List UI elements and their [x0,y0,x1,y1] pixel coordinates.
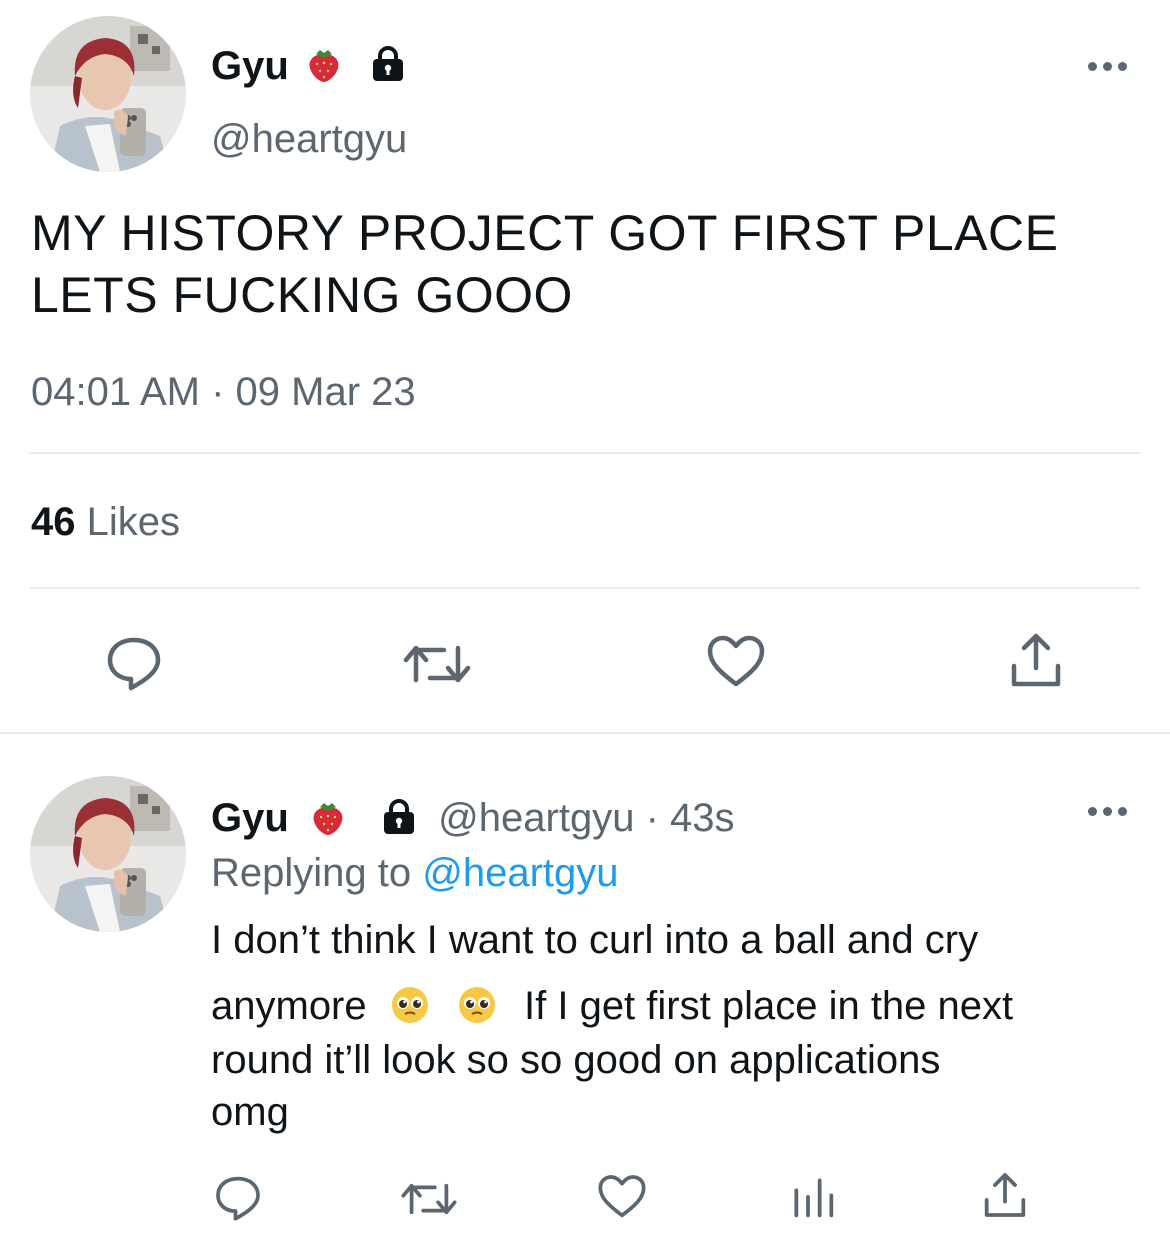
reply-text-line: round it’ll look so so good on applicati… [211,1038,941,1082]
tweet-text-line: LETS FUCKING GOOO [31,267,573,323]
user-handle[interactable]: @heartgyu [438,796,634,840]
reply-text-line: anymore If I get first place in the next [211,984,1013,1029]
avatar[interactable] [30,16,186,172]
section-divider [0,732,1170,734]
reply-header: Gyu @heartgyu · 43s [211,796,735,841]
pleading-face-icon [390,985,430,1025]
more-options-icon[interactable] [1088,62,1128,72]
retweet-icon[interactable] [402,634,472,694]
likes-label: Likes [86,500,181,544]
likes-stat[interactable]: 46 Likes [31,500,180,545]
reply-icon[interactable] [104,632,164,692]
like-icon[interactable] [706,632,766,692]
likes-count: 46 [31,500,76,544]
lock-icon [379,797,419,837]
tweet-text: MY HISTORY PROJECT GOT FIRST PLACE LETS … [31,202,1141,326]
replying-handle-link[interactable]: @heartgyu [422,851,618,895]
reply-text-line: I don’t think I want to curl into a ball… [211,918,979,962]
share-icon[interactable] [980,1170,1030,1220]
reply-text-line: omg [211,1090,289,1134]
retweet-icon[interactable] [400,1174,458,1224]
replying-to: Replying to @heartgyu [211,851,619,896]
like-icon[interactable] [597,1172,647,1222]
divider [30,587,1140,589]
lock-icon [368,44,408,84]
reply-text-fragment: If I get first place in the next [524,984,1014,1028]
user-handle[interactable]: @heartgyu [211,117,407,162]
analytics-icon[interactable] [788,1172,838,1222]
divider [30,452,1140,454]
more-options-icon[interactable] [1088,807,1128,817]
display-name[interactable]: Gyu [211,796,289,840]
tweet-text-line: MY HISTORY PROJECT GOT FIRST PLACE [31,205,1059,261]
share-icon[interactable] [1006,630,1066,690]
reply-icon[interactable] [213,1172,263,1222]
avatar[interactable] [30,776,186,932]
replying-label: Replying to [211,851,412,895]
pleading-face-icon [457,985,497,1025]
separator-dot: · [645,796,659,840]
relative-time[interactable]: 43s [670,796,735,840]
display-name[interactable]: Gyu [211,44,289,89]
reply-text-fragment: anymore [211,984,367,1028]
tweet-timestamp[interactable]: 04:01 AM · 09 Mar 23 [31,370,416,415]
strawberry-icon [304,44,344,84]
strawberry-icon [308,797,348,837]
